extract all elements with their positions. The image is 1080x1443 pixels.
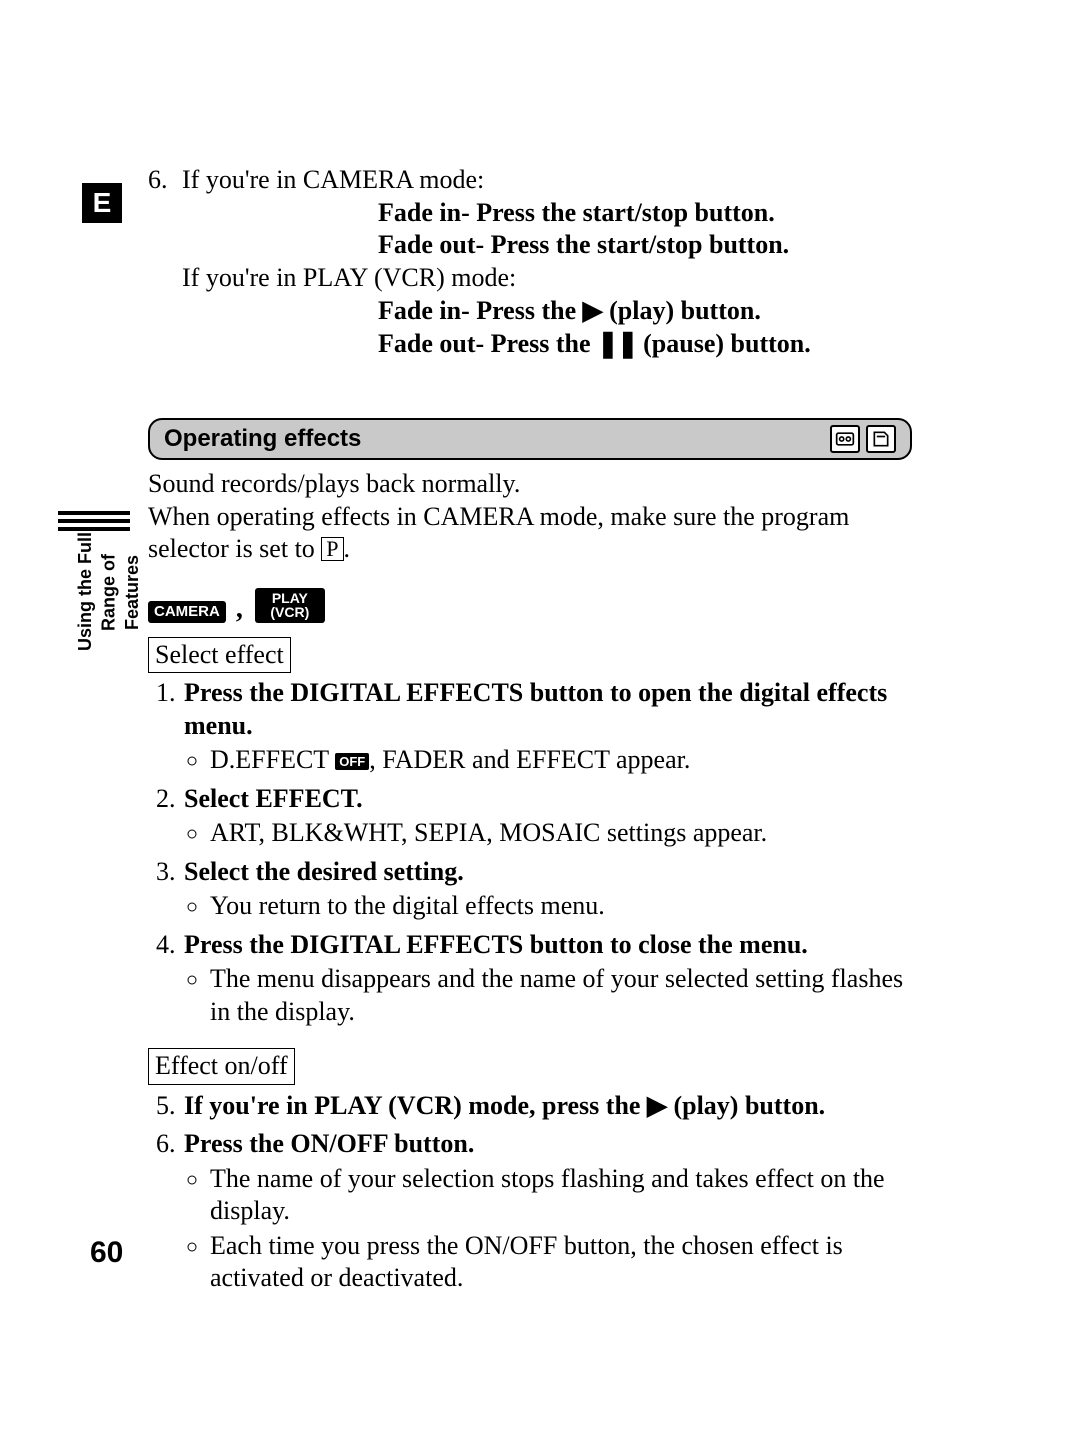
off-badge-icon: OFF <box>335 753 369 770</box>
step-head: Select EFFECT. <box>184 784 363 813</box>
op-paragraph-1: Sound records/plays back normally. <box>148 468 912 501</box>
step-6-bullet-1: The name of your selection stops flashin… <box>210 1163 912 1228</box>
pause-icon: ❚❚ <box>597 329 637 358</box>
step-head: Select the desired setting. <box>184 857 464 886</box>
step-2: Select EFFECT. ART, BLK&WHT, SEPIA, MOSA… <box>182 783 912 850</box>
play-vcr-mode-badge: PLAY (VCR) <box>255 588 325 623</box>
text: (VCR) <box>270 604 309 620</box>
operating-effects-heading: Operating effects <box>148 418 912 460</box>
p-mode-icon: P <box>321 537 343 561</box>
effect-onoff-box: Effect on/off <box>148 1048 295 1085</box>
text: Fade out- Press the <box>378 329 597 358</box>
page-number: 60 <box>90 1234 123 1272</box>
step-head: Press the ON/OFF button. <box>184 1129 474 1158</box>
vcr-mode-intro: If you're in PLAY (VCR) mode: <box>182 262 912 295</box>
camera-mode-badge: CAMERA <box>148 601 226 623</box>
manual-page: E Using the FullRange of Features 6. If … <box>0 0 1080 1443</box>
text: Fade in- Press the <box>378 296 583 325</box>
step-number: 6. <box>148 164 182 360</box>
step-6: 6. If you're in CAMERA mode: Fade in- Pr… <box>148 164 912 360</box>
step-4: Press the DIGITAL EFFECTS button to clos… <box>182 929 912 1029</box>
effect-steps: Press the DIGITAL EFFECTS button to open… <box>148 677 912 1028</box>
text: PLAY <box>272 590 308 606</box>
heading-icons <box>830 425 896 453</box>
play-icon: ▶ <box>583 295 603 325</box>
language-tab: E <box>82 183 122 223</box>
page-content: 6. If you're in CAMERA mode: Fade in- Pr… <box>148 164 912 1301</box>
heading-text: Operating effects <box>164 424 361 454</box>
step-5: If you're in PLAY (VCR) mode, press the … <box>182 1089 912 1123</box>
camera-fade-out: Fade out- Press the start/stop button. <box>182 229 912 262</box>
text: . <box>344 534 351 563</box>
text: D.EFFECT <box>210 745 335 774</box>
step-head: If you're in PLAY (VCR) mode, press the … <box>184 1091 825 1120</box>
step-2-bullet: ART, BLK&WHT, SEPIA, MOSAIC settings app… <box>210 817 912 850</box>
cassette-icon <box>830 425 860 453</box>
step-3-bullet: You return to the digital effects menu. <box>210 890 912 923</box>
separator: , <box>234 595 247 623</box>
step-3: Select the desired setting. You return t… <box>182 856 912 923</box>
vcr-fade-in: Fade in- Press the ▶ (play) button. <box>182 294 912 328</box>
text: (play) button. <box>603 296 761 325</box>
op-paragraph-2: When operating effects in CAMERA mode, m… <box>148 501 912 566</box>
step-head: Press the DIGITAL EFFECTS button to clos… <box>184 930 808 959</box>
select-effect-box: Select effect <box>148 637 291 674</box>
onoff-steps: If you're in PLAY (VCR) mode, press the … <box>148 1089 912 1295</box>
text: (pause) button. <box>637 329 811 358</box>
text: , FADER and EFFECT appear. <box>369 745 690 774</box>
section-label: Using the FullRange of Features <box>74 532 144 652</box>
camera-fade-in: Fade in- Press the start/stop button. <box>182 197 912 230</box>
step-6b: Press the ON/OFF button. The name of you… <box>182 1128 912 1295</box>
mode-badges: CAMERA , PLAY (VCR) <box>148 588 912 623</box>
step-6-bullet-2: Each time you press the ON/OFF button, t… <box>210 1230 912 1295</box>
camera-mode-intro: If you're in CAMERA mode: <box>182 164 912 197</box>
play-icon: ▶ <box>647 1090 667 1120</box>
text: If you're in PLAY (VCR) mode, press the <box>184 1091 647 1120</box>
step-1-bullet: D.EFFECT OFF, FADER and EFFECT appear. <box>210 744 912 777</box>
vcr-fade-out: Fade out- Press the ❚❚ (pause) button. <box>182 328 912 361</box>
text: (play) button. <box>667 1091 825 1120</box>
card-icon <box>866 425 896 453</box>
step-4-bullet: The menu disappears and the name of your… <box>210 963 912 1028</box>
step-1: Press the DIGITAL EFFECTS button to open… <box>182 677 912 777</box>
text: When operating effects in CAMERA mode, m… <box>148 502 849 564</box>
step-head: Press the DIGITAL EFFECTS button to open… <box>184 678 887 740</box>
